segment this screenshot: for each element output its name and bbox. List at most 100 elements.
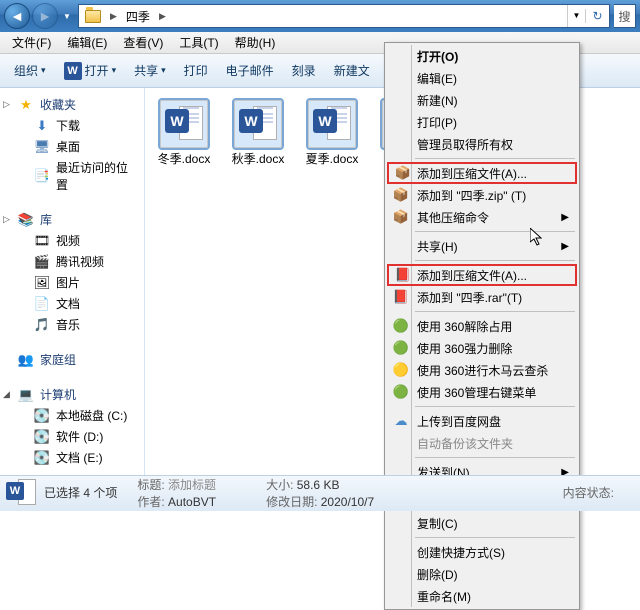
cm-add-to-zip[interactable]: 📦添加到 "四季.zip" (T) (387, 184, 577, 206)
tencent-video-icon: 🎬 (34, 254, 50, 270)
address-dropdown-icon[interactable]: ▼ (567, 5, 585, 27)
address-nav-bar: ◄ ► ▼ ▶ 四季 ▶ ▼ ↻ 搜 (0, 0, 640, 32)
libraries-header[interactable]: ▷📚库 (0, 209, 144, 230)
cm-copy[interactable]: 复制(C) (387, 512, 577, 534)
sidebar-downloads[interactable]: ⬇下载 (0, 115, 144, 136)
burn-button[interactable]: 刻录 (286, 58, 322, 83)
menu-tools[interactable]: 工具(T) (171, 31, 226, 54)
sidebar-music[interactable]: 🎵音乐 (0, 314, 144, 335)
date-value: 2020/10/7 (321, 495, 374, 509)
selection-count: 已选择 4 个项 (44, 485, 117, 502)
doc-icon: 📄 (34, 296, 50, 312)
cloud-icon: ☁ (392, 412, 410, 430)
sidebar-video[interactable]: 🎞视频 (0, 230, 144, 251)
disk-icon: 💽 (34, 408, 50, 424)
menu-view[interactable]: 查看(V) (115, 31, 171, 54)
sidebar-recent[interactable]: 📑最近访问的位置 (0, 157, 144, 195)
search-box[interactable]: 搜 (614, 4, 636, 28)
library-icon: 📚 (18, 212, 34, 228)
word-icon: W (64, 62, 82, 80)
360-icon: 🟡 (392, 361, 410, 379)
sidebar-drive-d[interactable]: 💽软件 (D:) (0, 426, 144, 447)
disk-icon: 💽 (34, 450, 50, 466)
cm-delete[interactable]: 删除(D) (387, 563, 577, 585)
sidebar-pictures[interactable]: 🖼图片 (0, 272, 144, 293)
breadcrumb-sep-icon[interactable]: ▶ (107, 11, 120, 22)
breadcrumb-sep-icon[interactable]: ▶ (156, 11, 169, 22)
chevron-right-icon: ▶ (561, 212, 569, 223)
homegroup-icon: 👥 (18, 352, 34, 368)
download-icon: ⬇ (34, 118, 50, 134)
desktop-icon: 🖥 (34, 139, 50, 155)
chevron-right-icon: ▶ (561, 241, 569, 252)
menu-file[interactable]: 文件(F) (4, 31, 59, 54)
cm-360-manage-menu[interactable]: 🟢使用 360管理右键菜单 (387, 381, 577, 403)
cm-upload-baidu[interactable]: ☁上传到百度网盘 (387, 410, 577, 432)
computer-header[interactable]: ◢💻计算机 (0, 384, 144, 405)
cm-rename[interactable]: 重命名(M) (387, 585, 577, 607)
cm-add-to-rar[interactable]: 📕添加到 "四季.rar"(T) (387, 286, 577, 308)
cm-new[interactable]: 新建(N) (387, 89, 577, 111)
refresh-icon[interactable]: ↻ (585, 9, 609, 23)
history-dropdown[interactable]: ▼ (60, 12, 74, 21)
address-bar[interactable]: ▶ 四季 ▶ ▼ ↻ (78, 4, 610, 28)
share-button[interactable]: 共享 (128, 58, 172, 83)
author-value: AutoBVT (168, 495, 216, 509)
details-pane: W 已选择 4 个项 标题: 添加标题 作者: AutoBVT 大小: 58.6… (0, 475, 640, 511)
star-icon: ★ (18, 97, 34, 113)
sidebar-documents[interactable]: 📄文档 (0, 293, 144, 314)
print-button[interactable]: 打印 (178, 58, 214, 83)
breadcrumb-folder[interactable]: 四季 (120, 8, 156, 25)
new-folder-button[interactable]: 新建文 (328, 58, 376, 83)
cm-print[interactable]: 打印(P) (387, 111, 577, 133)
video-icon: 🎞 (34, 233, 50, 249)
file-item[interactable]: W夏季.docx (305, 100, 359, 166)
sidebar-drive-e[interactable]: 💽文档 (E:) (0, 447, 144, 468)
zip-icon: 📦 (392, 208, 410, 226)
rar-icon: 📕 (392, 288, 410, 306)
cm-360-release[interactable]: 🟢使用 360解除占用 (387, 315, 577, 337)
zip-icon: 📦 (394, 164, 412, 182)
cm-add-to-archive[interactable]: 📦添加到压缩文件(A)... (387, 162, 577, 184)
file-item[interactable]: W冬季.docx (157, 100, 211, 166)
recent-icon: 📑 (34, 168, 50, 184)
cm-other-compress[interactable]: 📦其他压缩命令▶ (387, 206, 577, 228)
word-doc-icon: W (6, 479, 36, 509)
cm-admin-own[interactable]: 管理员取得所有权 (387, 133, 577, 155)
open-button[interactable]: W 打开 (58, 58, 123, 84)
cm-360-trojan-scan[interactable]: 🟡使用 360进行木马云查杀 (387, 359, 577, 381)
menu-help[interactable]: 帮助(H) (227, 31, 284, 54)
rar-icon: 📕 (394, 266, 412, 284)
email-button[interactable]: 电子邮件 (220, 58, 280, 83)
360-icon: 🟢 (392, 317, 410, 335)
sidebar-desktop[interactable]: 🖥桌面 (0, 136, 144, 157)
zip-icon: 📦 (392, 186, 410, 204)
cm-share[interactable]: 共享(H)▶ (387, 235, 577, 257)
size-value: 58.6 KB (297, 478, 340, 492)
cm-auto-backup: 自动备份该文件夹 (387, 432, 577, 454)
back-button[interactable]: ◄ (4, 3, 30, 29)
sidebar-drive-c[interactable]: 💽本地磁盘 (C:) (0, 405, 144, 426)
cm-edit[interactable]: 编辑(E) (387, 67, 577, 89)
favorites-header[interactable]: ▷★收藏夹 (0, 94, 144, 115)
menu-edit[interactable]: 编辑(E) (59, 31, 115, 54)
360-icon: 🟢 (392, 339, 410, 357)
cm-open[interactable]: 打开(O) (387, 45, 577, 67)
cm-create-shortcut[interactable]: 创建快捷方式(S) (387, 541, 577, 563)
forward-button[interactable]: ► (32, 3, 58, 29)
navigation-pane: ▷★收藏夹 ⬇下载 🖥桌面 📑最近访问的位置 ▷📚库 🎞视频 🎬腾讯视频 🖼图片… (0, 88, 145, 476)
homegroup-header[interactable]: 👥家庭组 (0, 349, 144, 370)
folder-icon (83, 6, 103, 26)
360-icon: 🟢 (392, 383, 410, 401)
organize-button[interactable]: 组织 (8, 58, 52, 83)
computer-icon: 💻 (18, 387, 34, 403)
picture-icon: 🖼 (34, 275, 50, 291)
cm-360-force-delete[interactable]: 🟢使用 360强力删除 (387, 337, 577, 359)
context-menu: 打开(O) 编辑(E) 新建(N) 打印(P) 管理员取得所有权 📦添加到压缩文… (384, 42, 580, 610)
sidebar-tencent-video[interactable]: 🎬腾讯视频 (0, 251, 144, 272)
music-icon: 🎵 (34, 317, 50, 333)
title-value[interactable]: 添加标题 (168, 478, 216, 492)
disk-icon: 💽 (34, 429, 50, 445)
cm-add-to-archive-rar[interactable]: 📕添加到压缩文件(A)... (387, 264, 577, 286)
file-item[interactable]: W秋季.docx (231, 100, 285, 166)
